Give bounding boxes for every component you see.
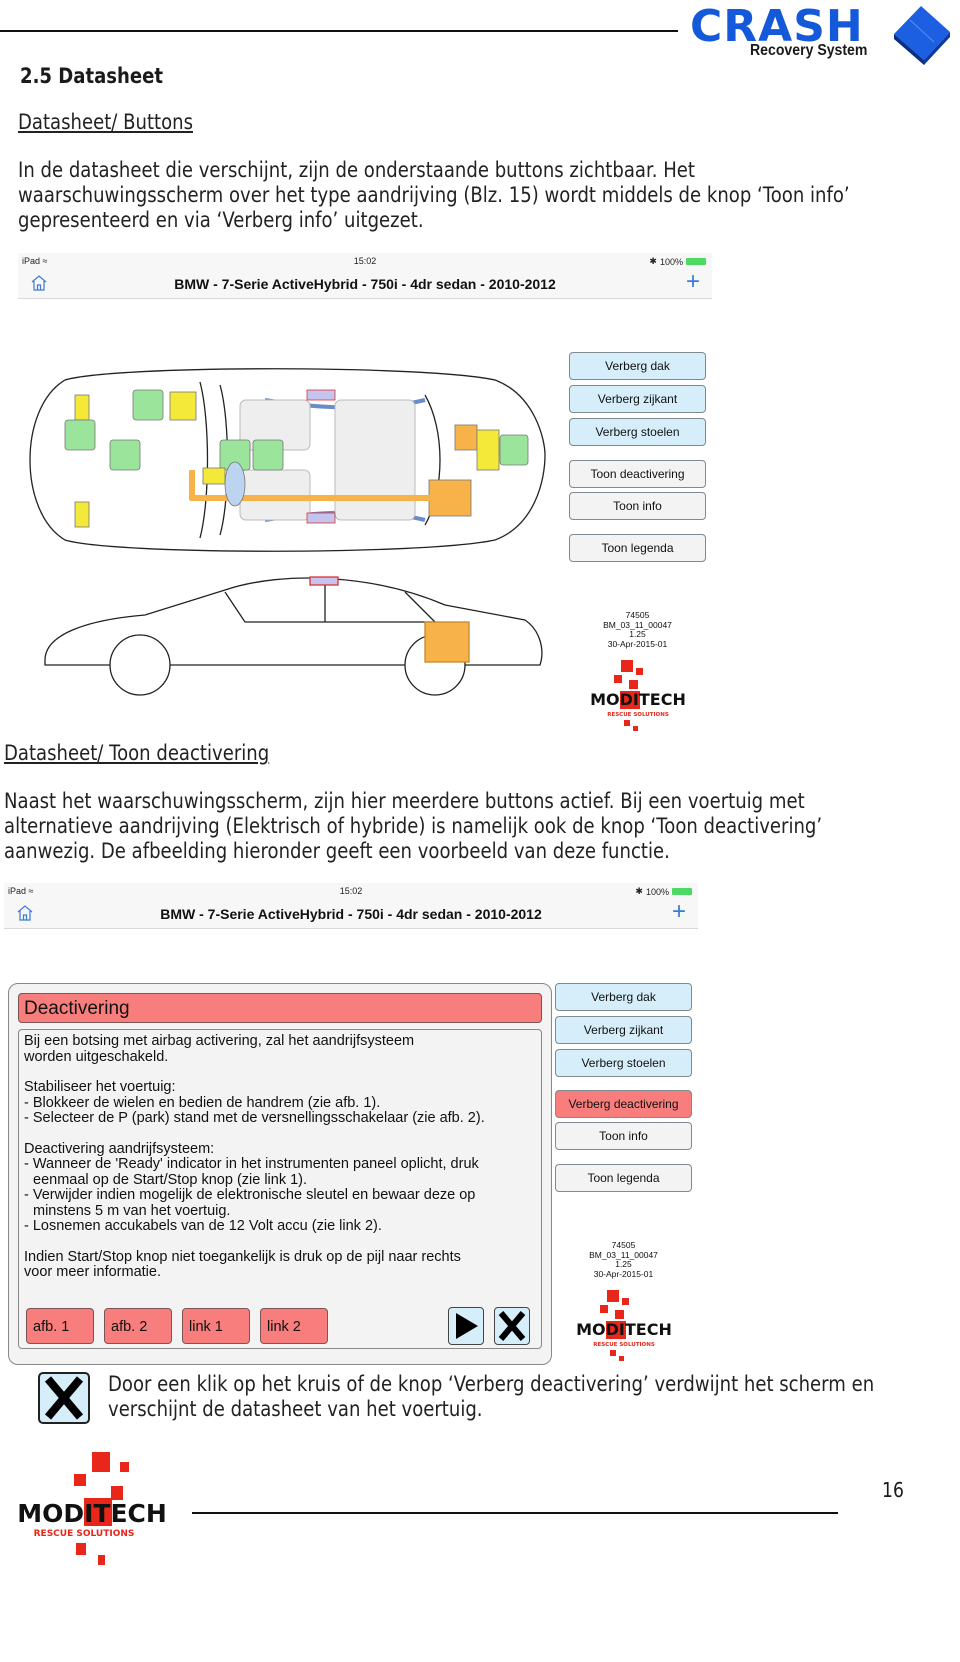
toon-info-button[interactable]: Toon info [555,1122,692,1150]
body-line: voor meer informatie. [24,1264,161,1280]
deactivering-panel-title: Deactivering [18,993,542,1023]
vehicle-title: BMW - 7-Serie ActiveHybrid - 750i - 4dr … [174,276,556,292]
clock: 15:02 [339,886,363,896]
battery-status: ✱ 100% [649,256,706,267]
verberg-stoelen-button[interactable]: Verberg stoelen [569,418,706,446]
link-1-button[interactable]: link 1 [182,1308,250,1344]
paragraph-close-note: Door een klik op het kruis of de knop ‘V… [108,1372,874,1422]
body-line: - Wanneer de 'Ready' indicator in het in… [24,1156,479,1172]
body-line: Bij een botsing met airbag activering, z… [24,1033,415,1049]
paragraph-line: gepresenteerd en via ‘Verberg info’ uitg… [18,208,424,232]
body-line: Indien Start/Stop knop niet toegankelijk… [24,1248,461,1265]
body-line: - Losnemen accukabels van de 12 Volt acc… [24,1218,382,1234]
moditech-logo: MODITECH RESCUE SOLUTIONS [576,1290,672,1361]
page-number: 16 [882,1478,904,1502]
svg-text:RESCUE SOLUTIONS: RESCUE SOLUTIONS [593,1342,655,1348]
vehicle-meta: 74505 BM_03_11_00047 1.25 30-Apr-2015-01 [555,1240,692,1279]
verberg-dak-button[interactable]: Verberg dak [555,983,692,1011]
meta-date: 30-Apr-2015-01 [593,1268,654,1279]
footer-moditech-logo: MODITECH RESCUE SOLUTIONS [17,1452,167,1565]
body-line: - Verwijder indien mogelijk de elektroni… [24,1187,476,1203]
toon-deactivering-button[interactable]: Toon deactivering [569,460,706,488]
toon-legenda-button[interactable]: Toon legenda [555,1164,692,1192]
body-line: eenmaal op de Start/Stop knop (zie link … [33,1171,308,1188]
car-top-view [29,368,546,552]
nav-bar: BMW - 7-Serie ActiveHybrid - 750i - 4dr … [4,899,698,929]
paragraph-line: In de datasheet die verschijnt, zijn de … [18,158,695,182]
afb-1-button[interactable]: afb. 1 [26,1308,94,1344]
svg-text:MODITECH: MODITECH [17,1499,167,1528]
subsection-title-buttons: Datasheet/ Buttons [18,110,194,134]
body-line: - Selecteer de P (park) stand met de ver… [24,1110,485,1126]
body-line: Stabiliseer het voertuig: [24,1079,176,1095]
status-bar: iPad ≈ 15:02 ✱ 100% [4,883,698,899]
bluetooth-icon: ✱ [635,886,643,896]
battery-icon [686,258,706,265]
car-side-view [44,576,543,696]
header-rule [0,30,678,32]
close-x-icon [498,1311,526,1341]
ipad-screen-datasheet-header: iPad ≈ 15:02 ✱ 100% BMW - 7-Serie ActiveH… [18,253,712,299]
deactivering-panel-body: Bij een botsing met airbag activering, z… [18,1029,542,1349]
vehicle-diagram [29,368,546,696]
paragraph-line: Naast het waarschuwingsscherm, zijn hier… [4,789,805,813]
paragraph-line: Door een klik op het kruis of de knop ‘V… [108,1372,875,1396]
crash-diamond-icon [894,6,950,65]
svg-text:MODITECH: MODITECH [590,690,686,709]
clock: 15:02 [353,256,377,266]
verberg-dak-button[interactable]: Verberg dak [569,352,706,380]
close-x-illustration [38,1372,90,1424]
ipad-screen-deactivering-header: iPad ≈ 15:02 ✱ 100% BMW - 7-Serie ActiveH… [4,883,698,929]
link-2-button[interactable]: link 2 [260,1308,328,1344]
toon-legenda-button[interactable]: Toon legenda [569,534,706,562]
moditech-logo: MODITECH RESCUE SOLUTIONS [590,660,686,731]
verberg-zijkant-button[interactable]: Verberg zijkant [555,1016,692,1044]
paragraph-line: waarschuwingsscherm over het type aandri… [18,183,850,207]
paragraph-line: aanwezig. De afbeelding hieronder geeft … [4,839,670,863]
add-icon[interactable]: + [672,900,686,924]
svg-text:RESCUE SOLUTIONS: RESCUE SOLUTIONS [607,712,669,718]
add-icon[interactable]: + [686,270,700,294]
vehicle-meta: 74505 BM_03_11_00047 1.25 30-Apr-2015-01 [569,610,706,649]
svg-text:MODITECH: MODITECH [576,1320,672,1339]
body-line: minstens 5 m van het voertuig. [33,1202,231,1219]
svg-text:RESCUE SOLUTIONS: RESCUE SOLUTIONS [34,1529,135,1539]
bluetooth-icon: ✱ [649,256,657,266]
paragraph-deactivering: Naast het waarschuwingsscherm, zijn hier… [4,789,822,864]
body-line: Deactivering aandrijfsysteem: [24,1140,215,1157]
verberg-stoelen-button[interactable]: Verberg stoelen [555,1049,692,1077]
battery-icon [672,888,692,895]
vehicle-title: BMW - 7-Serie ActiveHybrid - 750i - 4dr … [160,906,542,922]
afb-2-button[interactable]: afb. 2 [104,1308,172,1344]
play-arrow-icon [456,1313,478,1339]
paragraph-line: verschijnt de datasheet van het voertuig… [108,1397,483,1421]
next-arrow-button[interactable] [448,1307,484,1345]
meta-date: 30-Apr-2015-01 [607,638,668,649]
body-line: - Blokkeer de wielen en bedien de handre… [24,1094,381,1111]
paragraph-buttons: In de datasheet die verschijnt, zijn de … [18,158,850,233]
subsection-title-deactivering: Datasheet/ Toon deactivering [4,741,270,765]
verberg-zijkant-button[interactable]: Verberg zijkant [569,385,706,413]
battery-status: ✱ 100% [635,886,692,897]
crash-recovery-logo: CRASH Recovery System [690,2,955,68]
toon-info-button[interactable]: Toon info [569,492,706,520]
status-bar: iPad ≈ 15:02 ✱ 100% [18,253,712,269]
section-title: 2.5 Datasheet [20,64,164,88]
body-line: worden uitgeschakeld. [24,1048,169,1065]
footer-rule [192,1512,838,1514]
close-button[interactable] [494,1307,530,1345]
crash-logo-sub: Recovery System [750,42,868,59]
close-x-icon [44,1376,84,1420]
nav-bar: BMW - 7-Serie ActiveHybrid - 750i - 4dr … [18,269,712,299]
verberg-deactivering-button[interactable]: Verberg deactivering [555,1090,692,1118]
paragraph-line: alternatieve aandrijving (Elektrisch of … [4,814,823,838]
